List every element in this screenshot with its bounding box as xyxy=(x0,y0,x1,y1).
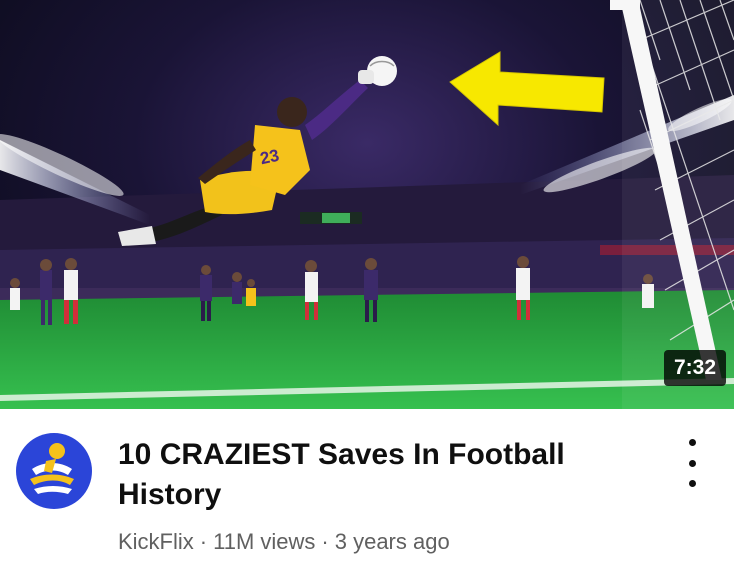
duration-badge: 7:32 xyxy=(663,350,726,386)
thumbnail-artwork: 23 xyxy=(0,0,734,409)
goal xyxy=(610,0,734,409)
view-count: 11M views xyxy=(213,529,316,554)
video-subline: KickFlix · 11M views · 3 years ago xyxy=(118,529,450,555)
channel-name[interactable]: KickFlix xyxy=(118,529,194,554)
kebab-dot xyxy=(688,480,696,487)
jersey-number: 23 xyxy=(258,146,280,169)
video-card[interactable]: 23 7:32 10 CRAZIEST Saves In Football Hi… xyxy=(0,0,734,571)
separator-dot: · xyxy=(321,529,329,554)
channel-avatar[interactable] xyxy=(16,433,92,509)
kickflix-logo-icon xyxy=(30,443,74,494)
kebab-dot xyxy=(688,459,696,467)
video-thumbnail[interactable]: 23 7:32 xyxy=(0,0,734,409)
kebab-dot xyxy=(688,439,696,446)
more-options-button[interactable] xyxy=(680,439,704,487)
upload-age: 3 years ago xyxy=(334,529,450,554)
video-title[interactable]: 10 CRAZIEST Saves In Football History xyxy=(118,435,638,515)
highlight-arrow-icon xyxy=(449,51,605,127)
video-meta: 10 CRAZIEST Saves In Football History Ki… xyxy=(0,409,734,571)
separator-dot: · xyxy=(199,529,208,554)
